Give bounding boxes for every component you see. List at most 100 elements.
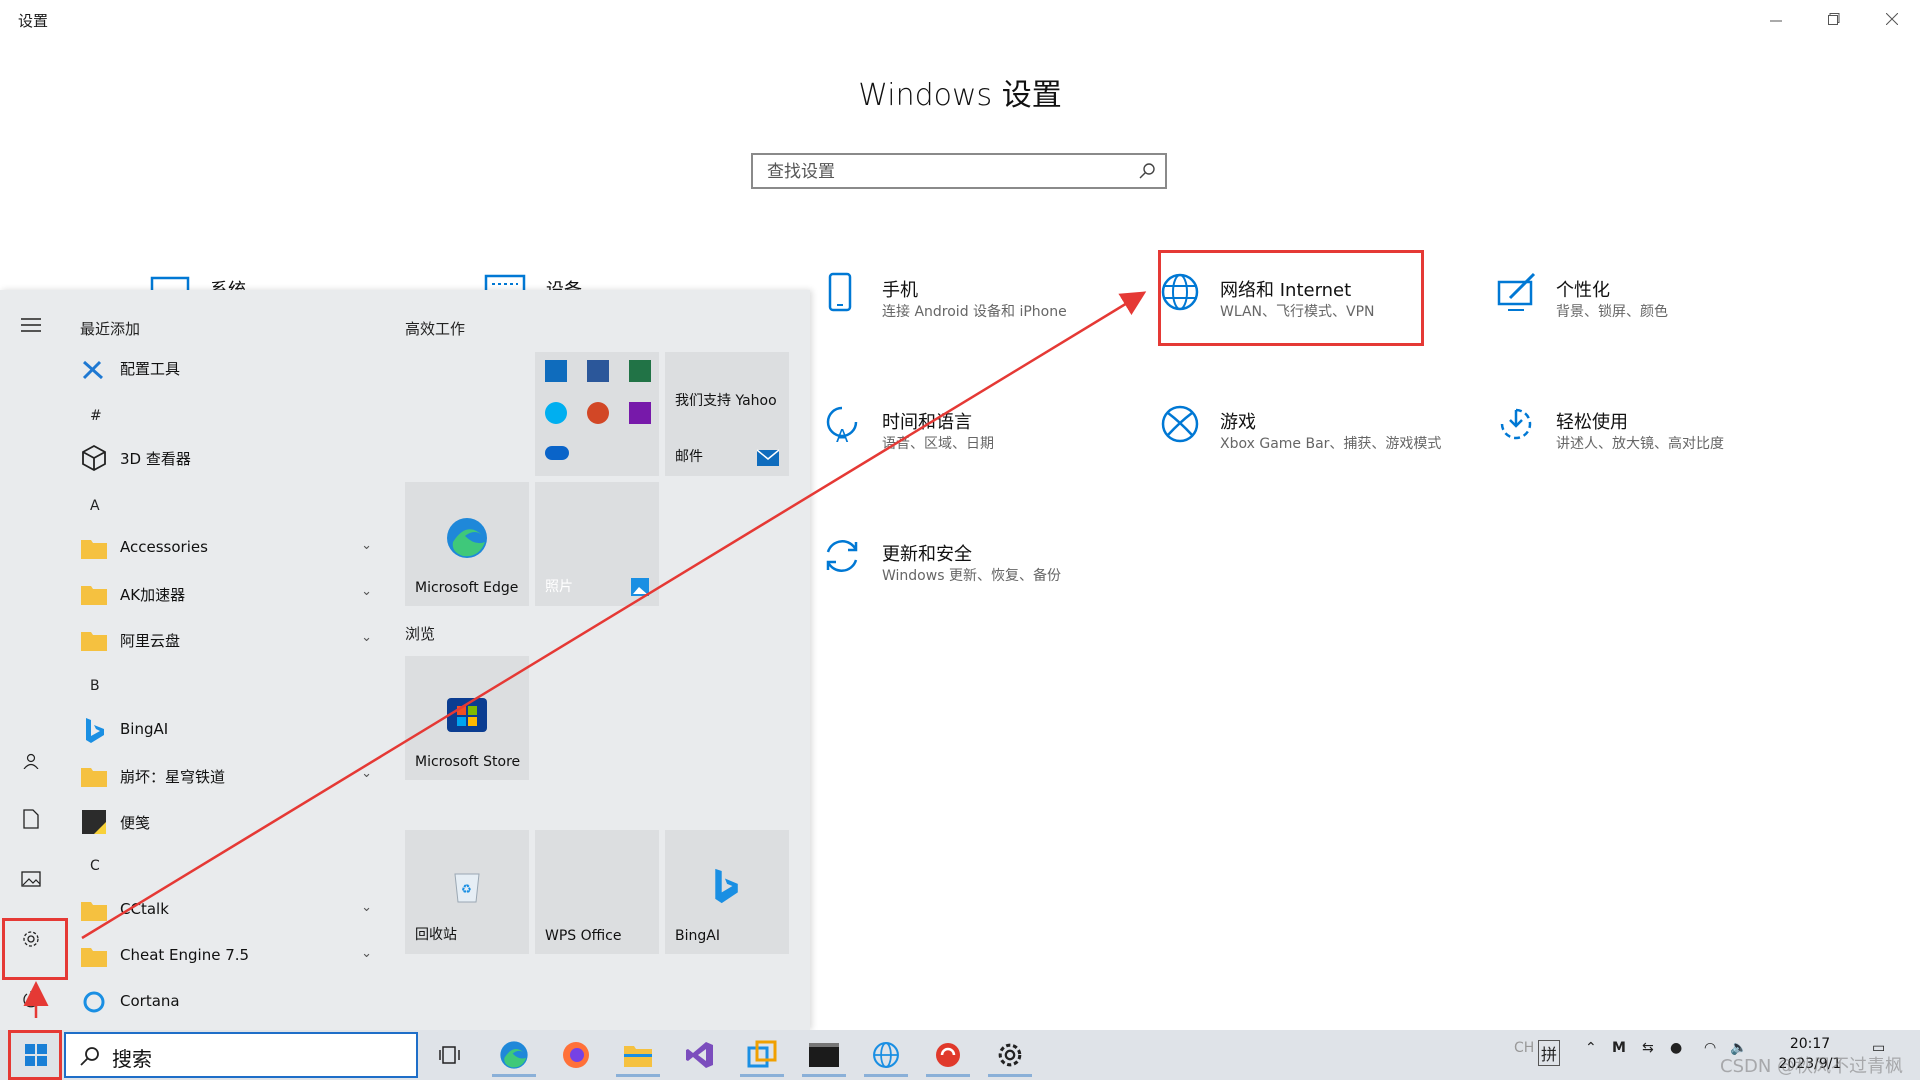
chevron-down-icon[interactable]: ⌄: [361, 946, 372, 961]
running-indicator: [864, 1074, 908, 1077]
chevron-down-icon[interactable]: ⌄: [361, 584, 372, 599]
network-highlight: [1158, 250, 1424, 346]
section-header: #: [90, 408, 102, 424]
cube-icon: [82, 444, 106, 472]
bingai-tile[interactable]: BingAI: [665, 830, 789, 954]
tray-app-icon[interactable]: M: [1612, 1040, 1626, 1056]
visual-studio-icon: [686, 1042, 713, 1068]
title-bar: 设置: [0, 0, 1920, 40]
search-icon[interactable]: [1137, 161, 1157, 181]
folder-icon: [624, 1046, 652, 1067]
chevron-down-icon[interactable]: ⌄: [361, 900, 372, 915]
settings-rail-highlight: [2, 918, 68, 980]
settings-tile-phone[interactable]: 手机 连接 Android 设备和 iPhone: [822, 272, 1122, 352]
time-language-icon: A: [826, 406, 858, 447]
paint-icon: [1497, 272, 1536, 311]
ime-indicator[interactable]: 拼: [1538, 1040, 1561, 1066]
settings-tile-ease-of-access[interactable]: 轻松使用 讲述人、放大镜、高对比度: [1496, 404, 1796, 484]
settings-tile-gaming[interactable]: 游戏 Xbox Game Bar、捕获、游戏模式: [1160, 404, 1460, 484]
minimize-icon: [1770, 20, 1782, 22]
xbox-icon: [1161, 405, 1199, 443]
taskbar-visual-studio[interactable]: [672, 1033, 728, 1077]
start-button-highlight: [8, 1030, 62, 1080]
search-icon: [80, 1047, 99, 1066]
edge-tile[interactable]: Microsoft Edge: [405, 482, 529, 606]
onenote-icon: [629, 402, 651, 424]
mail-tile[interactable]: 我们支持 Yahoo 邮件: [665, 352, 789, 476]
app-item[interactable]: 便笺: [76, 802, 376, 842]
settings-tile-personalization[interactable]: 个性化 背景、锁屏、颜色: [1496, 272, 1796, 352]
powerpoint-icon: [587, 402, 609, 424]
bing-icon: [715, 868, 738, 904]
store-tile[interactable]: Microsoft Store: [405, 656, 529, 780]
expand-menu-button[interactable]: [10, 304, 52, 346]
outlook-icon: [545, 360, 567, 382]
settings-search-box[interactable]: [751, 153, 1167, 189]
folder-icon: [81, 540, 107, 559]
wps-tile[interactable]: WPS Office: [535, 830, 659, 954]
folder-icon: [81, 768, 107, 787]
watermark: CSDN @秋风不过青枫: [1720, 1056, 1904, 1077]
chevron-up-icon[interactable]: ⌃: [1585, 1040, 1597, 1056]
tile-title: 轻松使用: [1556, 412, 1628, 433]
recent-header: 最近添加: [80, 320, 141, 338]
settings-tile-time-language[interactable]: A 时间和语言 语音、区域、日期: [822, 404, 1122, 484]
firefox-icon: [563, 1042, 589, 1068]
tile-title: 个性化: [1556, 280, 1610, 301]
chevron-down-icon[interactable]: ⌄: [361, 538, 372, 553]
app-folder[interactable]: CCtalk ⌄: [76, 890, 376, 930]
taskbar-file-explorer[interactable]: [610, 1033, 666, 1077]
documents-button[interactable]: [10, 798, 52, 840]
taskbar-app-red[interactable]: [920, 1033, 976, 1077]
app-item[interactable]: 3D 查看器: [76, 438, 376, 478]
taskbar-settings[interactable]: [982, 1033, 1038, 1077]
refresh-icon: [826, 540, 858, 572]
folder-icon: [81, 586, 107, 605]
app-item[interactable]: Cortana: [76, 982, 376, 1022]
group-label: 高效工作: [405, 320, 466, 338]
taskbar-firefox[interactable]: [548, 1033, 604, 1077]
app-folder[interactable]: 阿里云盘 ⌄: [76, 620, 376, 660]
tile-desc: 讲述人、放大镜、高对比度: [1556, 436, 1724, 452]
photos-tile[interactable]: 照片: [535, 482, 659, 606]
running-indicator: [988, 1074, 1032, 1077]
app-item[interactable]: 配置工具: [76, 348, 376, 388]
recycle-bin-tile[interactable]: ♻ 回收站: [405, 830, 529, 954]
equalizer-icon[interactable]: ⇆: [1642, 1040, 1654, 1056]
app-folder[interactable]: 崩坏：星穹铁道 ⌄: [76, 756, 376, 796]
hamburger-icon: [21, 318, 41, 332]
chevron-down-icon[interactable]: ⌄: [361, 766, 372, 781]
close-button[interactable]: [1872, 6, 1912, 34]
penguin-icon[interactable]: ●: [1670, 1040, 1682, 1056]
tile-desc: 背景、锁屏、颜色: [1556, 304, 1668, 320]
network-tray-icon[interactable]: ◠: [1704, 1040, 1716, 1056]
taskbar-network-app[interactable]: [858, 1033, 914, 1077]
running-indicator: [802, 1074, 846, 1077]
power-button[interactable]: [10, 978, 52, 1020]
maximize-button[interactable]: [1814, 6, 1854, 34]
folder-icon: [81, 902, 107, 921]
minimize-button[interactable]: [1756, 6, 1796, 34]
taskbar-terminal[interactable]: [796, 1033, 852, 1077]
start-menu: 最近添加 配置工具 # 3D 查看器 A Accessories ⌄ AK加速器…: [0, 290, 810, 1030]
app-folder[interactable]: Cheat Engine 7.5 ⌄: [76, 936, 376, 976]
taskbar-search[interactable]: 搜索: [64, 1032, 418, 1078]
office-tile[interactable]: [535, 352, 659, 476]
app-folder[interactable]: Accessories ⌄: [76, 528, 376, 568]
task-view-button[interactable]: [422, 1033, 478, 1077]
chevron-down-icon[interactable]: ⌄: [361, 630, 372, 645]
tile-title: 更新和安全: [882, 544, 972, 565]
pictures-button[interactable]: [10, 858, 52, 900]
settings-search-input[interactable]: [765, 159, 1129, 185]
recycle-bin-icon: ♻: [454, 873, 480, 903]
app-folder[interactable]: AK加速器 ⌄: [76, 574, 376, 614]
app-item[interactable]: BingAI: [76, 710, 376, 750]
taskbar-edge[interactable]: [486, 1033, 542, 1077]
settings-tile-update-security[interactable]: 更新和安全 Windows 更新、恢复、备份: [822, 536, 1122, 616]
taskbar-app-orange[interactable]: [734, 1033, 790, 1077]
word-icon: [587, 360, 609, 382]
onedrive-icon: [545, 446, 569, 460]
phone-icon: [828, 272, 852, 312]
user-account-button[interactable]: [10, 740, 52, 782]
terminal-icon: [809, 1043, 839, 1067]
